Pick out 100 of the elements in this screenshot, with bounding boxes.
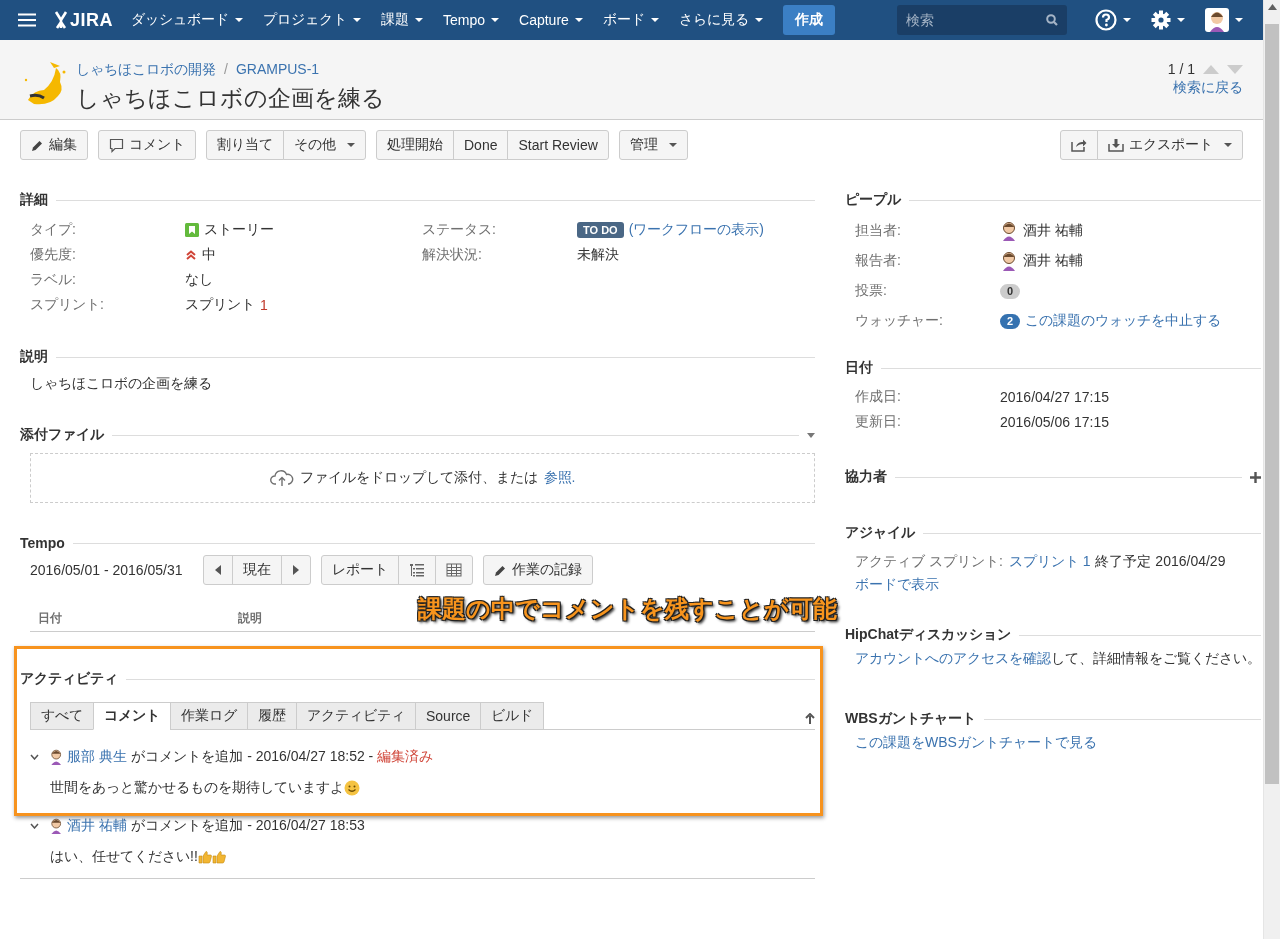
toolbar-button[interactable]: 編集 [20,130,88,160]
edited-label: 編集済み [377,748,434,766]
tab[interactable]: Source [415,702,482,730]
tempo-button[interactable]: 現在 [231,555,282,585]
prev-button[interactable] [202,555,233,585]
field-label: 優先度: [30,245,77,264]
pager-count: 1 / 1 [1167,61,1195,77]
back-to-search-link[interactable]: 検索に戻る [1167,79,1243,97]
section-heading: Tempo [20,535,65,551]
tab[interactable]: すべて [30,702,94,730]
tab[interactable]: 作業ログ [170,702,248,730]
column-header: 説明 [237,609,263,627]
nav-menu-item[interactable]: プロジェクト [253,11,371,29]
field-label: 更新日: [854,412,902,431]
count-badge: 0 [1000,283,1020,299]
field-value: スプリント [185,295,255,314]
logo-icon [54,11,68,29]
tab[interactable]: アクティビティ [296,702,416,730]
field-label: スプリント: [30,295,105,314]
thumbs-up-icon [211,850,226,864]
section-heading: WBSガントチャート [845,710,976,728]
nav-menu-item[interactable]: Capture [509,12,593,28]
nav-menu-item[interactable]: ダッシュボード [121,11,253,29]
sprint-link[interactable]: 1 [260,296,268,313]
field-label: タイプ: [30,220,77,239]
user-avatar-icon [1000,221,1018,241]
settings-icon[interactable] [1151,10,1171,30]
table-icon [445,563,462,577]
field-value: 2016/04/27 17:15 [1000,388,1109,405]
cloud-upload-icon [269,469,294,487]
share-button[interactable] [1060,130,1098,160]
section-heading: 説明 [20,348,48,366]
tab[interactable]: 履歴 [247,702,297,730]
field-label: 解決状況: [422,245,483,264]
search-icon [1046,14,1058,26]
section-heading: 日付 [845,359,873,377]
section-heading: 協力者 [845,468,887,486]
board-link[interactable]: ボードで表示 [845,574,1261,594]
field-label: ウォッチャー: [854,312,944,330]
plus-icon[interactable] [1250,471,1261,483]
annotation-text: 課題の中でコメントを残すことが可能 [418,594,837,624]
tempo-button[interactable]: 作業の記録 [482,555,593,585]
pencil-icon [31,138,44,152]
user-avatar-icon [49,749,64,765]
issue-key-link[interactable]: GRAMPUS-1 [235,61,320,79]
wbs-gantt-link[interactable]: この課題をWBSガントチャートで見る [845,729,1261,752]
section-heading: ピープル [845,191,901,209]
toolbar-button[interactable]: その他 [283,130,366,160]
menu-icon[interactable] [18,13,36,27]
tempo-button[interactable]: レポート [320,555,399,585]
user-name: 酒井 祐輔 [1023,222,1083,240]
nav-menu-item[interactable]: 課題 [371,11,433,29]
browse-link[interactable]: 参照. [543,469,576,487]
link[interactable]: (ワークフローの表示) [628,220,764,239]
scroll-up-icon[interactable] [1267,4,1277,10]
toolbar-button[interactable]: 管理 [618,130,688,160]
tab[interactable]: ビルド [480,702,545,730]
search-field[interactable]: 検索 [897,5,1067,35]
next-button[interactable] [280,555,311,585]
profile-avatar-icon[interactable] [1205,8,1229,32]
nav-menu-item[interactable]: Tempo [433,12,510,28]
section-heading: 添付ファイル [20,426,104,444]
breadcrumb-separator: / [224,61,228,79]
comment-author-link[interactable]: 服部 典生 [67,748,128,766]
field-value: 終了予定 2016/04/29 [1095,552,1226,571]
chevron-down-icon[interactable] [30,754,39,760]
grid-button[interactable] [434,555,473,585]
account-access-link[interactable]: アカウントへのアクセスを確認 [855,650,1051,666]
count-badge: 2 [1000,313,1020,329]
nav-menu-item[interactable]: さらに見る [668,11,773,29]
nav-menu-item[interactable]: ボード [592,11,669,29]
comment-author-link[interactable]: 酒井 祐輔 [67,817,128,835]
thumbs-up-icon [197,850,212,864]
create-button[interactable]: 作成 [782,5,835,35]
field-label: 報告者: [854,252,902,270]
section-heading: 詳細 [20,191,48,209]
list-button[interactable] [397,555,436,585]
link[interactable]: この課題のウォッチを中止する [1025,312,1221,330]
toolbar-button[interactable]: 割り当て [206,130,284,160]
help-icon[interactable] [1095,9,1117,31]
download-icon [1108,138,1124,152]
comment-meta: がコメントを追加 - 2016/04/27 18:53 [131,817,365,835]
issue-title: しゃちほこロボの企画を練る [76,84,385,113]
scrollbar-thumb[interactable] [1265,24,1279,784]
field-label: アクティブ スプリント: [854,552,1004,571]
toolbar-button[interactable]: 処理開始 [376,130,454,160]
chevron-down-icon[interactable] [30,823,39,829]
toolbar-button[interactable]: Start Review [507,130,609,160]
user-avatar-icon [49,818,64,834]
toolbar-button[interactable]: エクスポート [1097,130,1243,160]
scroll-to-top-icon[interactable] [805,713,815,724]
tab[interactable]: コメント [93,702,171,730]
toolbar-button[interactable]: Done [453,130,509,160]
breadcrumb-link[interactable]: しゃちほこロボの開発 [76,61,216,79]
toolbar-button[interactable]: コメント [98,130,196,160]
link[interactable]: スプリント 1 [1008,552,1091,571]
caret-icon [1177,18,1185,22]
field-label: ラベル: [30,270,77,289]
field-label: 担当者: [854,222,902,240]
collapse-triangle-icon[interactable] [807,432,815,438]
